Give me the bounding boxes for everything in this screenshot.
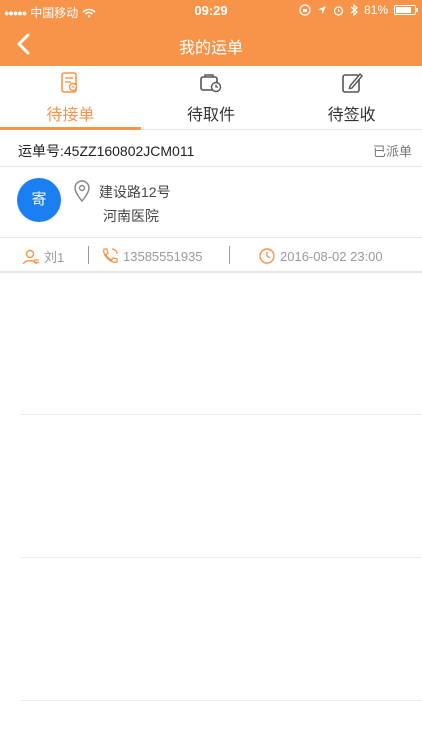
tab-bar: 待接单 待取件 待签收 [0, 66, 422, 130]
bluetooth-icon [350, 4, 358, 16]
contact-info-row: 刘1 13585551935 2016-08-02 23:00 [0, 239, 422, 273]
status-right: 81% [299, 3, 418, 17]
contact-name: 刘1 [44, 250, 65, 265]
rotation-lock-icon [299, 4, 311, 16]
address-line-2: 河南医院 [103, 208, 159, 224]
location-pin-icon [74, 180, 90, 202]
page-title: 我的运单 [178, 40, 243, 57]
nav-bar: 我的运单 [0, 22, 422, 66]
address-line-1: 建设路12号 [99, 184, 171, 200]
divider [88, 246, 89, 264]
package-clock-icon [200, 74, 222, 93]
clock-person-icon [259, 248, 275, 264]
battery-icon [394, 5, 418, 15]
list-divider [20, 700, 422, 701]
datetime-item: 2016-08-02 23:00 [258, 247, 383, 265]
list-doc-icon [61, 72, 78, 93]
order-number: 运单号:45ZZ160802JCM011 [18, 143, 195, 159]
tab-label: 待接单 [46, 107, 95, 124]
contact-phone-item[interactable]: 13585551935 [101, 247, 203, 265]
list-divider [20, 414, 422, 415]
edit-sign-icon [341, 72, 363, 93]
phone-icon [103, 248, 118, 263]
location-arrow-icon [317, 6, 326, 14]
contact-phone: 13585551935 [123, 248, 203, 264]
tab-label: 待取件 [187, 107, 236, 124]
battery-percent: 81% [363, 3, 388, 17]
tab-pending-accept[interactable]: 待接单 [0, 66, 141, 130]
divider [229, 246, 230, 264]
tab-pending-pickup[interactable]: 待取件 [141, 66, 282, 129]
order-status: 已派单 [372, 144, 412, 159]
pickup-datetime: 2016-08-02 23:00 [280, 248, 383, 264]
sender-badge: 寄 [17, 178, 61, 222]
list-divider [20, 557, 422, 558]
contact-name-item: 刘1 [22, 247, 64, 266]
status-bar: ●●●●● 中国移动 09:29 81% [0, 0, 422, 22]
battery-fill [396, 7, 411, 13]
tab-pending-sign[interactable]: 待签收 [281, 66, 422, 129]
order-header[interactable]: 运单号:45ZZ160802JCM011 已派单 [0, 131, 422, 167]
tab-label: 待签收 [327, 107, 376, 124]
person-icon [22, 249, 39, 264]
alarm-icon [333, 5, 344, 16]
order-card[interactable]: 寄 建设路12号 河南医院 [0, 168, 422, 238]
